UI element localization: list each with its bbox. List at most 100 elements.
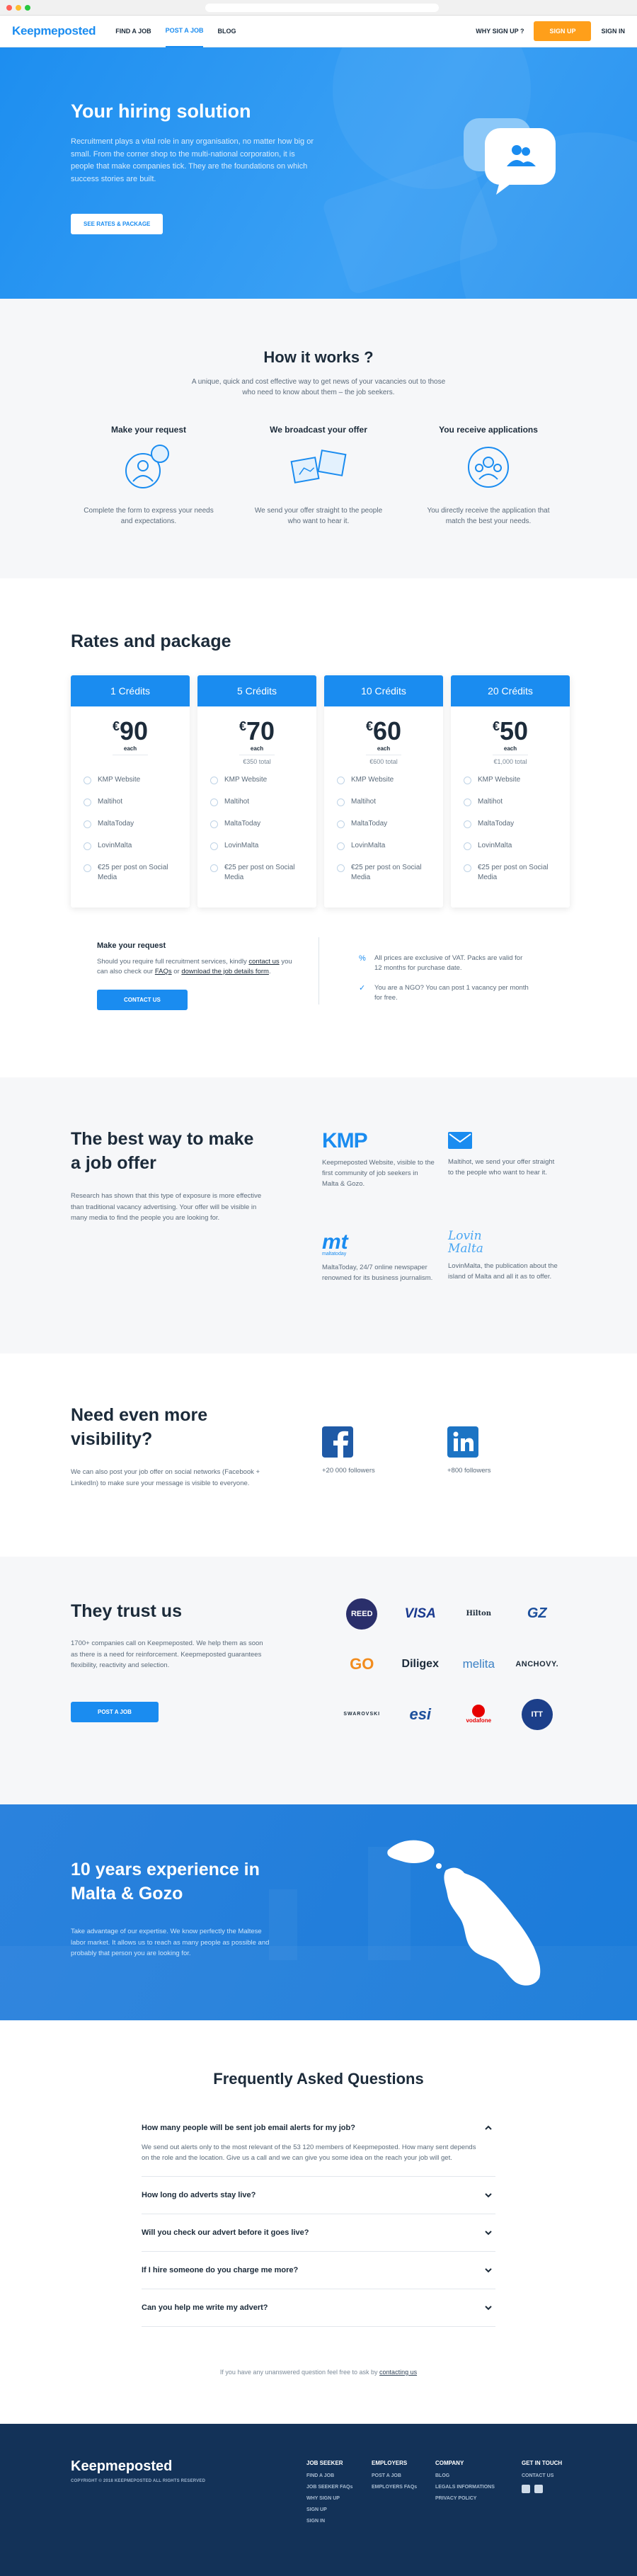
linkedin-icon[interactable]: [534, 2485, 543, 2493]
contact-us-link[interactable]: contact us: [248, 958, 279, 966]
footer-link[interactable]: POST A JOB: [372, 2473, 417, 2478]
site-footer: Keepmeposted COPYRIGHT © 2018 KEEPMEPOST…: [0, 2424, 637, 2576]
footer-link[interactable]: LEGALS INFORMATIONS: [435, 2485, 495, 2490]
card-price: €60: [365, 716, 402, 745]
footer-link[interactable]: FIND A JOB: [306, 2473, 352, 2478]
card-each: each: [113, 745, 148, 755]
faq-item[interactable]: Can you help me write my advert?: [142, 2289, 495, 2327]
pricing-card[interactable]: 5 Crédits €70 each €350 total KMP Websit…: [197, 675, 316, 908]
footer-link[interactable]: JOB SEEKER FAQs: [306, 2485, 352, 2490]
facebook-stat: +20 000 followers: [322, 1426, 375, 1475]
footer-link[interactable]: CONTACT US: [522, 2473, 562, 2478]
chevron-down-icon[interactable]: [484, 2266, 493, 2274]
step-title: You receive applications: [439, 425, 538, 435]
footer-link[interactable]: WHY SIGN UP: [306, 2496, 352, 2501]
client-logo-anchovy: ANCHOVY.: [515, 1659, 559, 1668]
visibility-title: Need even more visibility?: [71, 1405, 208, 1449]
linkedin-stat: +800 followers: [447, 1426, 491, 1475]
feature-item: LovinMalta: [84, 841, 177, 851]
faq-item[interactable]: If I hire someone do you charge me more?: [142, 2252, 495, 2289]
pricing-notes: % All prices are exclusive of VAT. Packs …: [359, 954, 529, 1013]
feature-item: LovinMalta: [337, 841, 430, 851]
nav-blog[interactable]: BLOG: [217, 16, 236, 47]
signin-link[interactable]: SIGN IN: [601, 28, 625, 35]
card-total: €600 total: [369, 758, 398, 765]
footer-link[interactable]: PRIVACY POLICY: [435, 2496, 495, 2501]
chevron-down-icon[interactable]: [484, 2303, 493, 2312]
feature-item: KMP Website: [84, 775, 177, 785]
card-header: 5 Crédits: [197, 675, 316, 706]
site-logo[interactable]: Keepmeposted: [12, 24, 96, 38]
footer-link[interactable]: BLOG: [435, 2473, 495, 2478]
feature-list: KMP Website Maltihot MaltaToday LovinMal…: [197, 768, 316, 883]
card-header: 1 Crédits: [71, 675, 190, 706]
client-logo-visa: VISA: [404, 1605, 436, 1621]
see-rates-button[interactable]: SEE RATES & PACKAGE: [71, 214, 163, 234]
copyright: COPYRIGHT © 2018 KEEPMEPOSTED ALL RIGHTS…: [71, 2479, 206, 2483]
feature-item: MaltaToday: [84, 819, 177, 829]
pricing-card[interactable]: 20 Crédits €50 each €1,000 total KMP Web…: [451, 675, 570, 908]
feature-item: Maltihot: [210, 797, 304, 807]
how-title: How it works ?: [263, 348, 374, 366]
faq-item[interactable]: How many people will be sent job email a…: [142, 2114, 495, 2177]
faq-item[interactable]: Will you check our advert before it goes…: [142, 2214, 495, 2252]
feature-item: €25 per post on Social Media: [210, 863, 304, 883]
how-subtitle: A unique, quick and cost effective way t…: [191, 378, 446, 396]
nav-post-job[interactable]: POST A JOB: [165, 16, 204, 47]
client-logo-go: GO: [350, 1654, 374, 1673]
card-price: €50: [492, 716, 529, 745]
facebook-icon[interactable]: [322, 1426, 353, 1458]
trust-title: They trust us: [71, 1601, 182, 1621]
social-links: [522, 2485, 562, 2493]
nav-why-signup[interactable]: WHY SIGN UP ?: [476, 28, 524, 35]
signup-button[interactable]: SIGN UP: [534, 21, 592, 41]
address-bar[interactable]: [205, 4, 439, 12]
post-job-button[interactable]: POST A JOB: [71, 1702, 159, 1722]
step-title: We broadcast your offer: [270, 425, 367, 435]
download-form-link[interactable]: download the job details form: [181, 968, 269, 975]
footer-logo[interactable]: Keepmeposted: [71, 2458, 172, 2475]
kmp-logo: KMP: [322, 1129, 368, 1152]
ngo-note: ✓ You are a NGO? You can post 1 vacancy p…: [359, 984, 529, 1002]
facebook-icon[interactable]: [522, 2485, 530, 2493]
footer-col-jobseeker: JOB SEEKER FIND A JOB JOB SEEKER FAQs WH…: [306, 2460, 353, 2524]
check-icon: ✓: [359, 984, 366, 992]
footer-link[interactable]: SIGN IN: [306, 2519, 352, 2524]
faqs-link[interactable]: FAQs: [155, 968, 172, 975]
card-total: €1,000 total: [493, 758, 527, 765]
footer-link[interactable]: EMPLOYERS FAQs: [372, 2485, 417, 2490]
step-title: Make your request: [110, 425, 187, 435]
footer-link[interactable]: SIGN UP: [306, 2507, 352, 2512]
trust-text: 1700+ companies call on Keepmeposted. We…: [71, 1639, 263, 1669]
experience-text: Take advantage of our expertise. We know…: [71, 1928, 270, 1957]
card-total: [71, 758, 190, 768]
faq-item[interactable]: How long do adverts stay live?: [142, 2177, 495, 2214]
pricing-card[interactable]: 10 Crédits €60 each €600 total KMP Websi…: [324, 675, 443, 908]
experience-section: 10 years experience in Malta & Gozo Take…: [0, 1804, 637, 2020]
minimize-window-dot[interactable]: [16, 4, 21, 11]
hero-title: Your hiring solution: [71, 101, 251, 122]
facebook-followers: +20 000 followers: [322, 1467, 375, 1475]
step-text: Complete the form to express your needs …: [84, 507, 214, 525]
pricing-card[interactable]: 1 Crédits €90 each KMP Website Maltihot …: [71, 675, 190, 908]
feature-item: MaltaToday: [337, 819, 430, 829]
media-lovinmalta: Lovin Malta LovinMalta, the publication …: [448, 1229, 558, 1281]
feature-list: KMP Website Maltihot MaltaToday LovinMal…: [451, 768, 570, 883]
close-window-dot[interactable]: [6, 4, 12, 11]
footer-col-company: COMPANY BLOG LEGALS INFORMATIONS PRIVACY…: [435, 2460, 495, 2501]
contact-us-button[interactable]: CONTACT US: [97, 990, 188, 1010]
maximize-window-dot[interactable]: [25, 4, 30, 11]
feature-item: MaltaToday: [464, 819, 557, 829]
feature-item: KMP Website: [210, 775, 304, 785]
card-price: €70: [239, 716, 275, 745]
linkedin-icon[interactable]: [447, 1426, 478, 1458]
feature-item: MaltaToday: [210, 819, 304, 829]
feature-item: KMP Website: [464, 775, 557, 785]
chevron-down-icon[interactable]: [484, 2191, 493, 2199]
contacting-us-link[interactable]: contacting us: [379, 2369, 417, 2376]
linkedin-followers: +800 followers: [447, 1467, 491, 1475]
nav-find-job[interactable]: FIND A JOB: [115, 16, 151, 47]
feature-item: Maltihot: [84, 797, 177, 807]
chevron-up-icon[interactable]: [484, 2124, 493, 2132]
chevron-down-icon[interactable]: [484, 2228, 493, 2237]
